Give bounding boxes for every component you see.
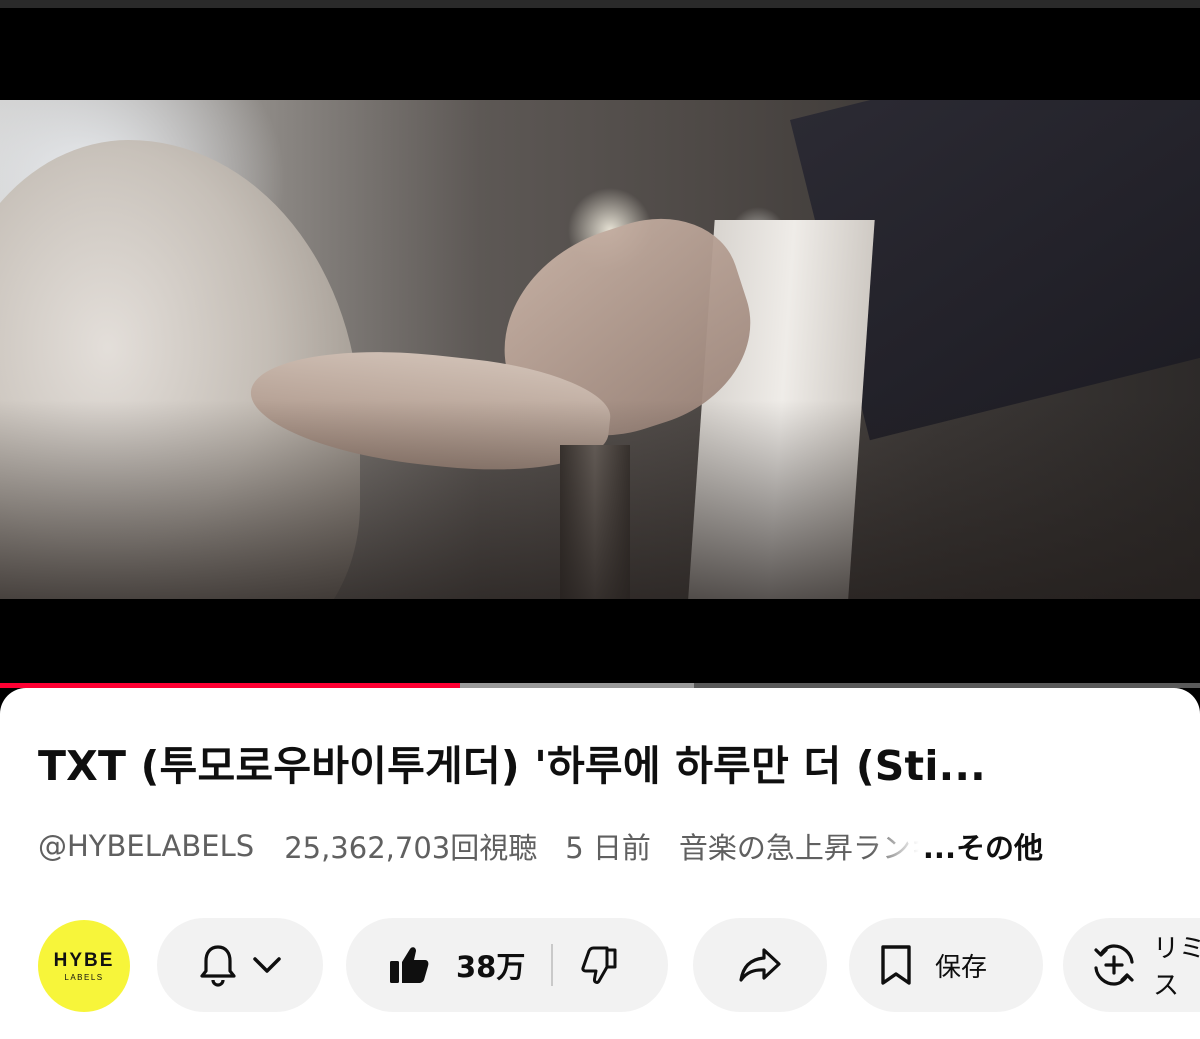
view-count: 25,362,703回視聴 xyxy=(284,831,538,865)
more-link[interactable]: ...その他 xyxy=(923,825,1043,867)
video-metadata[interactable]: @HYBELABELS 25,362,703回視聴 5 日前 音楽の急上昇ランキ… xyxy=(38,826,1168,866)
like-count: 38万 xyxy=(456,950,526,984)
status-bar-strip xyxy=(0,0,1200,8)
thumbs-down-icon xyxy=(579,945,619,985)
channel-handle[interactable]: @HYBELABELS xyxy=(38,829,254,863)
remix-button[interactable]: リミックス xyxy=(1063,918,1200,1012)
thumbs-up-icon xyxy=(388,945,430,985)
subscribe-notification-button[interactable] xyxy=(157,918,323,1012)
video-player[interactable] xyxy=(0,0,1200,686)
published-date: 5 日前 xyxy=(565,831,651,865)
video-title[interactable]: TXT (투모로우바이투게더) '하루에 하루만 더 (Sti... xyxy=(38,732,1158,792)
bookmark-icon xyxy=(879,944,913,986)
trending-ranking: 音楽の急上昇ランキング xyxy=(678,831,919,865)
video-scene-shadow xyxy=(0,400,1200,599)
like-button[interactable]: 38万 xyxy=(346,944,525,986)
remix-icon xyxy=(1091,942,1137,988)
save-label: 保存 xyxy=(935,952,988,983)
like-divider xyxy=(551,944,554,986)
channel-avatar[interactable]: HYBE LABELS xyxy=(38,920,130,1012)
dislike-button[interactable] xyxy=(579,945,619,985)
channel-logo-sub: LABELS xyxy=(64,972,104,982)
share-icon xyxy=(738,946,782,984)
video-frame[interactable] xyxy=(0,100,1200,599)
share-button[interactable] xyxy=(693,918,827,1012)
like-dislike-group: 38万 xyxy=(346,918,668,1012)
action-bar: HYBE LABELS 38万 保存 リミ ス xyxy=(0,916,1200,1012)
remix-label: リミックス xyxy=(1153,934,1200,1001)
save-button[interactable]: 保存 xyxy=(849,918,1043,1012)
chevron-down-icon xyxy=(252,955,282,975)
bell-icon xyxy=(198,943,238,987)
video-info-panel: TXT (투모로우바이투게더) '하루에 하루만 더 (Sti... @HYBE… xyxy=(0,688,1200,1039)
channel-logo-main: HYBE xyxy=(53,949,115,971)
